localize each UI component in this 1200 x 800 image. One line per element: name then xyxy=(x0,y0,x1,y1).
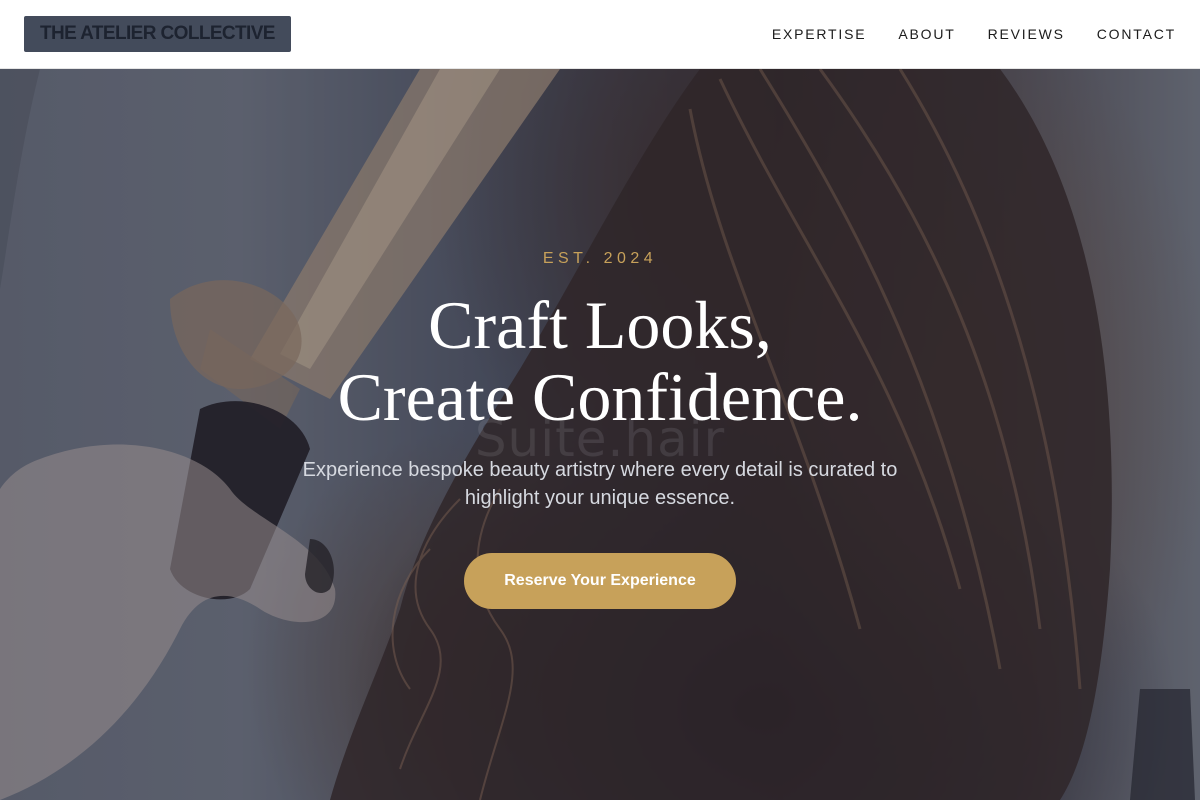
hero-subtitle: Experience bespoke beauty artistry where… xyxy=(302,459,898,509)
hero-title-line-2: Create Confidence. xyxy=(337,359,863,435)
site-header: THE ATELIER COLLECTIVE EXPERTISE ABOUT R… xyxy=(0,0,1200,69)
nav-link-expertise[interactable]: EXPERTISE xyxy=(772,26,867,42)
nav-link-contact[interactable]: CONTACT xyxy=(1097,26,1176,42)
logo[interactable]: THE ATELIER COLLECTIVE xyxy=(24,16,291,52)
hero-section: EST. 2024 Suite.hair Craft Looks, Create… xyxy=(0,69,1200,800)
hero-content: EST. 2024 Suite.hair Craft Looks, Create… xyxy=(0,69,1200,800)
hero-title-line-1: Craft Looks, xyxy=(428,287,772,363)
main-nav: EXPERTISE ABOUT REVIEWS CONTACT xyxy=(772,26,1176,42)
reserve-button[interactable]: Reserve Your Experience xyxy=(464,553,736,609)
hero-title: Craft Looks, Create Confidence. xyxy=(0,289,1200,433)
nav-link-about[interactable]: ABOUT xyxy=(898,26,955,42)
nav-link-reviews[interactable]: REVIEWS xyxy=(988,26,1065,42)
hero-eyebrow: EST. 2024 xyxy=(542,250,658,267)
